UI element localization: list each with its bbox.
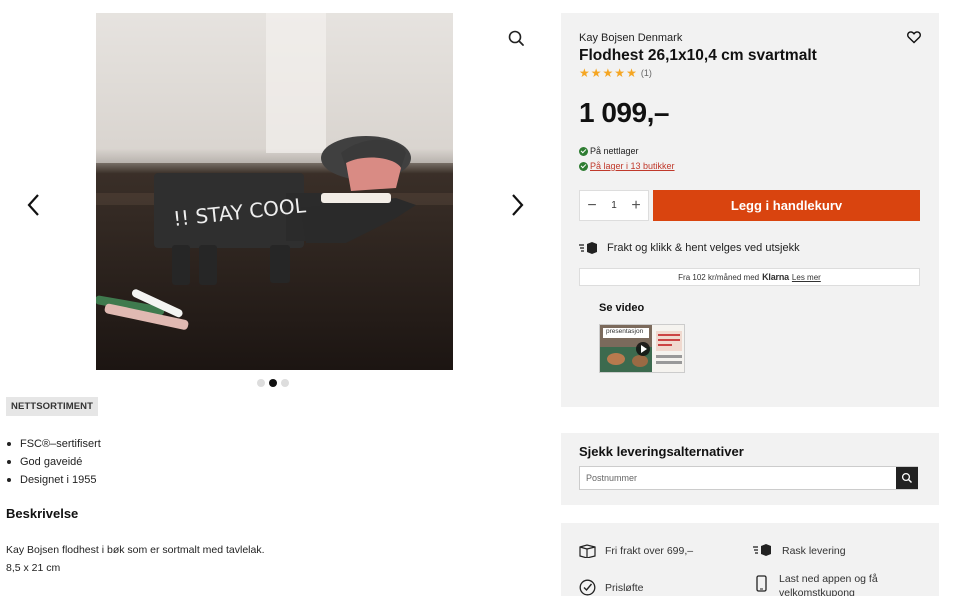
gallery-dot-2[interactable]	[269, 379, 277, 387]
heart-icon[interactable]	[907, 30, 921, 44]
description-line: Kay Bojsen flodhest i bøk som er sortmal…	[6, 544, 265, 556]
product-panel: Kay Bojsen Denmark Flodhest 26,1x10,4 cm…	[561, 13, 939, 407]
star-icon: ★	[626, 66, 637, 80]
feature-item: God gaveidé	[6, 453, 101, 471]
description-dimensions: 8,5 x 21 cm	[6, 562, 61, 574]
stock-store-link[interactable]: På lager i 13 butikker	[590, 161, 675, 171]
plus-icon[interactable]: +	[628, 197, 644, 214]
minus-icon[interactable]: −	[584, 197, 600, 214]
usp-app: Last ned appen og få velkomstkupong	[753, 572, 878, 596]
usp-app-line2: velkomstkupong	[779, 587, 855, 596]
search-icon[interactable]	[896, 467, 918, 489]
package-icon	[579, 544, 596, 558]
check-icon	[579, 146, 588, 156]
quantity-stepper: − 1 +	[579, 190, 649, 221]
stock-online: På nettlager	[579, 146, 639, 156]
fast-delivery-icon	[753, 544, 771, 556]
star-icon: ★	[590, 66, 602, 80]
product-photo: !! STAY COOL	[96, 13, 453, 370]
usp-fast-delivery: Rask levering	[753, 544, 846, 558]
video-thumbnail[interactable]: presentasjon	[599, 324, 685, 373]
usp-fast-delivery-label: Rask levering	[782, 545, 846, 557]
brand-name[interactable]: Kay Bojsen Denmark	[579, 32, 682, 44]
quantity-value[interactable]: 1	[606, 198, 622, 214]
klarna-text: Fra 102 kr/måned med	[678, 272, 760, 282]
previous-image-arrow-icon[interactable]	[20, 190, 48, 220]
rating[interactable]: ★ ★ ★ ★ ★ (1)	[579, 67, 652, 79]
usp-price-promise-label: Prisløfte	[605, 582, 644, 594]
stock-online-label: På nettlager	[590, 146, 639, 156]
delivery-heading: Sjekk leveringsalternativer	[579, 444, 744, 459]
star-icon: ★	[602, 66, 614, 80]
shipping-info: Frakt og klikk & hent velges ved utsjekk	[579, 242, 800, 254]
usp-price-promise: Prisløfte	[579, 579, 644, 596]
usp-app-line1: Last ned appen og få	[779, 573, 878, 585]
feature-item: FSC®–sertifisert	[6, 435, 101, 453]
feature-list: FSC®–sertifisert God gaveidé Designet i …	[6, 435, 101, 489]
usp-free-shipping-label: Fri frakt over 699,–	[605, 545, 694, 557]
delivery-check-panel: Sjekk leveringsalternativer Postnummer	[561, 433, 939, 505]
product-image[interactable]: !! STAY COOL	[96, 13, 453, 370]
klarna-logo: Klarna	[762, 272, 789, 282]
checkmark-circle-icon	[579, 579, 596, 596]
gallery-dots	[257, 379, 289, 387]
video-heading: Se video	[599, 302, 645, 314]
klarna-banner: Fra 102 kr/måned med Klarna Les mer	[579, 268, 920, 286]
klarna-read-more-link[interactable]: Les mer	[792, 273, 821, 282]
stock-store: På lager i 13 butikker	[579, 161, 675, 171]
star-icon: ★	[579, 66, 590, 80]
star-icon: ★	[614, 66, 626, 80]
delivery-box-icon	[579, 242, 597, 254]
phone-icon	[756, 575, 767, 592]
description-heading: Beskrivelse	[6, 506, 79, 521]
next-image-arrow-icon[interactable]	[503, 190, 531, 220]
assortment-badge: NETTSORTIMENT	[6, 397, 99, 416]
product-title: Flodhest 26,1x10,4 cm svartmalt	[579, 47, 817, 64]
gallery-dot-3[interactable]	[281, 379, 289, 387]
check-icon	[579, 161, 588, 171]
shipping-text: Frakt og klikk & hent velges ved utsjekk	[607, 242, 800, 254]
price: 1 099,–	[579, 97, 669, 128]
gallery-dot-1[interactable]	[257, 379, 265, 387]
description-text: Kay Bojsen flodhest i bøk som er sortmal…	[6, 541, 265, 577]
add-to-cart-button[interactable]: Legg i handlekurv	[653, 190, 920, 221]
postal-code-input[interactable]: Postnummer	[579, 466, 918, 490]
zoom-icon[interactable]	[506, 28, 528, 50]
usp-free-shipping: Fri frakt over 699,–	[579, 544, 693, 558]
usp-panel: Fri frakt over 699,– Rask levering Prisl…	[561, 523, 939, 596]
usp-app-text: Last ned appen og få velkomstkupong	[779, 572, 878, 596]
video-label: presentasjon	[606, 328, 644, 335]
rating-count: (1)	[640, 68, 652, 78]
feature-item: Designet i 1955	[6, 471, 101, 489]
